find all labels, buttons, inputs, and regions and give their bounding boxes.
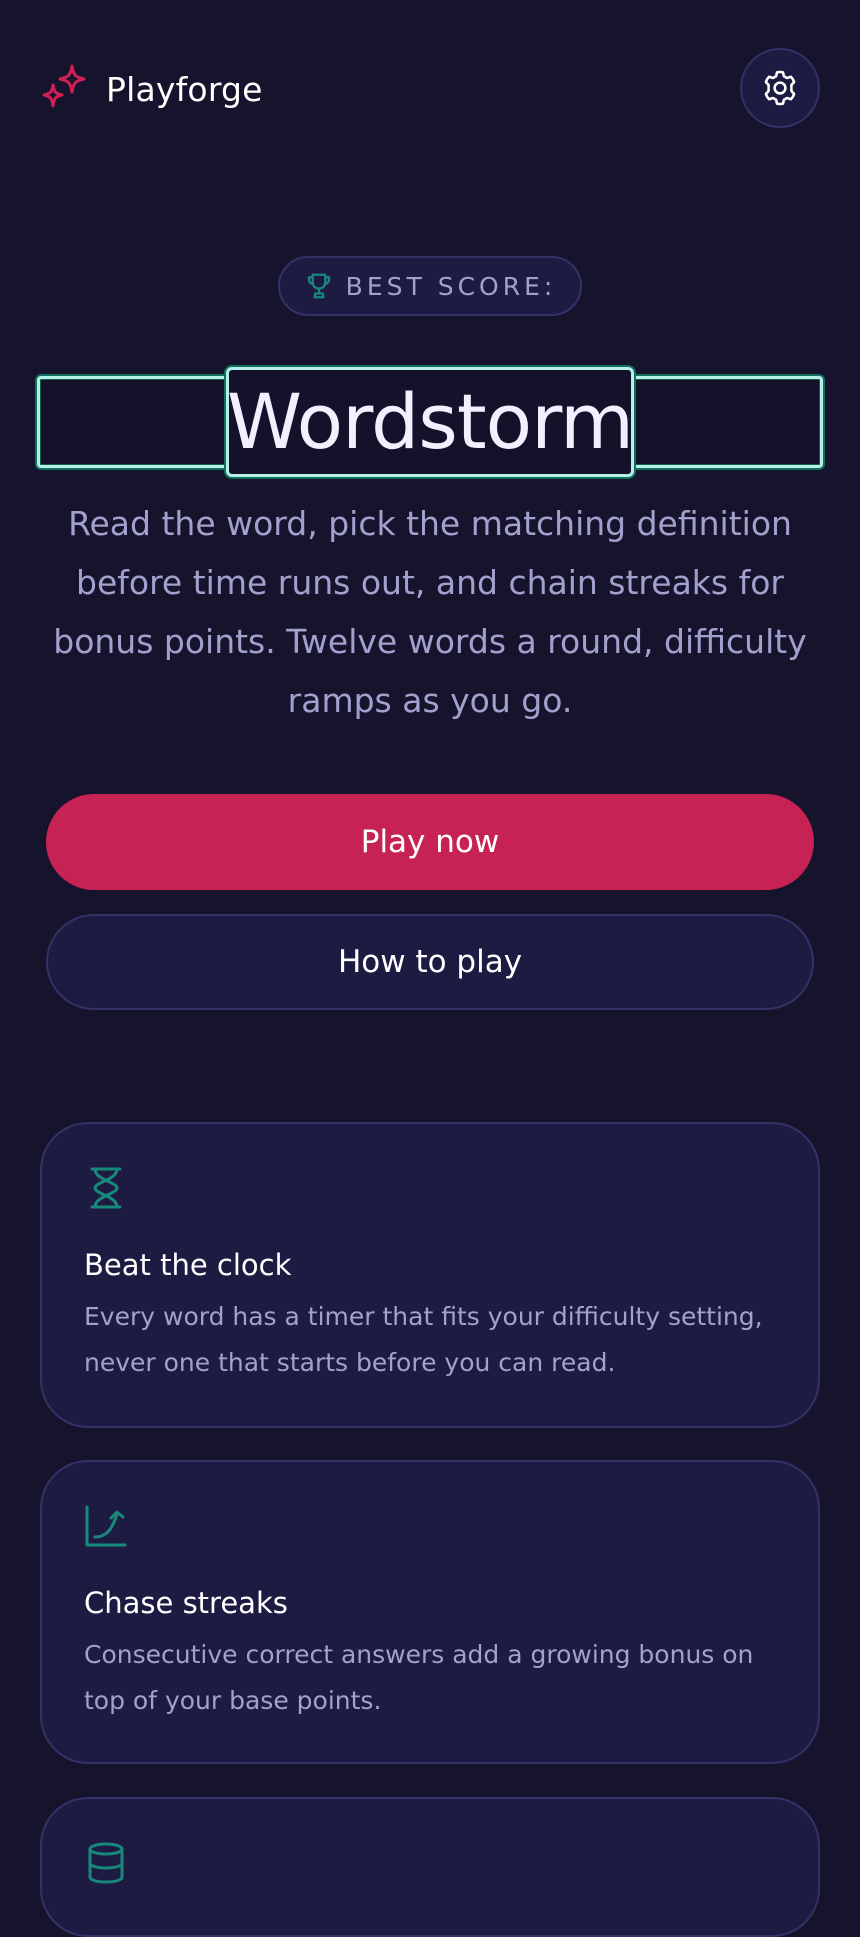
play-now-button[interactable]: Play now [46,794,814,890]
brand-name: Playforge [106,69,263,109]
trend-up-icon [85,1505,127,1547]
best-score-badge: BEST SCORE: [278,256,582,316]
brand-logo[interactable]: Playforge [40,64,263,114]
game-title: Wordstorm [226,377,634,466]
how-to-play-button[interactable]: How to play [46,914,814,1010]
feature-card-progress [40,1797,820,1937]
trophy-icon [307,273,330,299]
feature-description: Consecutive correct answers add a growin… [84,1640,754,1715]
sparkle-icon [42,64,86,108]
top-bar: Playforge [0,0,860,180]
best-score-label: BEST SCORE: [345,271,557,301]
feature-title: Chase streaks [84,1586,288,1620]
feature-title: Beat the clock [84,1248,292,1282]
hourglass-icon [90,1167,122,1209]
gear-icon [764,70,796,106]
database-icon [88,1842,124,1884]
settings-button[interactable] [740,48,820,128]
feature-card-streaks: Chase streaks Consecutive correct answer… [40,1460,820,1764]
title-tab: Wordstorm [226,367,634,477]
game-description: Read the word, pick the matching definit… [53,504,807,720]
feature-description: Every word has a timer that fits your di… [84,1302,763,1377]
feature-card-clock: Beat the clock Every word has a timer th… [40,1122,820,1428]
